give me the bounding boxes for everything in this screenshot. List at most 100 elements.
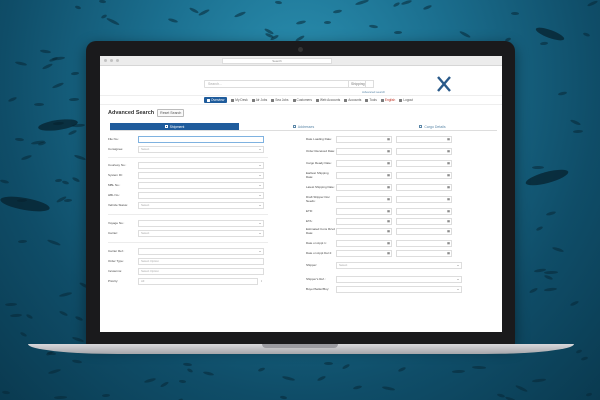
order-type-field[interactable]: Select Option <box>138 258 264 265</box>
mbl-no-field[interactable] <box>138 182 264 189</box>
reset-search-button[interactable]: Reset Search <box>157 109 185 117</box>
date-from-input[interactable]: ▦ <box>336 196 392 204</box>
date-from-input[interactable]: ▦ <box>336 136 392 143</box>
advanced-search-link[interactable]: Advanced search <box>362 90 385 94</box>
tab-shipment[interactable]: Shipment <box>110 123 239 130</box>
date-row: Latest Shipping Date: ▦ ▦ <box>306 184 452 191</box>
calendar-icon[interactable]: ▦ <box>386 219 391 224</box>
fish-shape <box>42 62 54 70</box>
date-to-input[interactable]: ▦ <box>396 208 452 215</box>
calendar-icon[interactable]: ▦ <box>386 185 391 190</box>
address-bar[interactable]: Search <box>222 57 332 64</box>
date-to-input[interactable]: ▦ <box>396 184 452 191</box>
field-label: Date on Appt 1: <box>306 240 327 245</box>
nav-item-overview[interactable]: Overview <box>204 97 228 103</box>
nav-item-accounts[interactable]: Accounts <box>344 98 361 102</box>
calendar-icon[interactable]: ▦ <box>446 137 451 142</box>
fish-shape <box>382 385 396 392</box>
calendar-icon[interactable]: ▦ <box>446 229 451 234</box>
calendar-icon[interactable]: ▦ <box>386 251 391 256</box>
calendar-icon[interactable]: ▦ <box>446 185 451 190</box>
nav-item-english[interactable]: English <box>380 98 395 102</box>
calendar-icon[interactable]: ▦ <box>386 241 391 246</box>
fish-shape <box>452 369 466 374</box>
date-to-input[interactable]: ▦ <box>396 136 452 143</box>
nav-item-customers[interactable]: Customers <box>292 98 312 102</box>
app-header: Search... Shipping Advanced search <box>100 66 502 96</box>
nav-item-tools[interactable]: Tools <box>365 98 377 102</box>
calendar-icon[interactable]: ▦ <box>386 209 391 214</box>
date-from-input[interactable]: ▦ <box>336 184 392 191</box>
search-scope-select[interactable]: Shipping <box>348 80 374 88</box>
nav-item-my-desk[interactable]: My Desk <box>231 98 248 102</box>
calendar-icon[interactable]: ▦ <box>386 137 391 142</box>
tab-cargo-details[interactable]: Cargo Details <box>368 123 497 130</box>
date-to-input[interactable]: ▦ <box>396 196 452 204</box>
calendar-icon[interactable]: ▦ <box>386 161 391 166</box>
courtesy-no-field[interactable] <box>138 162 264 169</box>
fish-shape <box>14 137 24 141</box>
nav-item-web-accounts[interactable]: Web Accounts <box>315 98 340 102</box>
nav-item-air-jobs[interactable]: Air Jobs <box>251 98 267 102</box>
fish-shape <box>341 363 351 371</box>
global-search-input[interactable]: Search... <box>204 80 366 88</box>
date-row: Shipper's Ref.: <box>306 276 462 283</box>
date-from-input[interactable]: ▦ <box>336 240 392 247</box>
calendar-icon[interactable]: ▦ <box>386 149 391 154</box>
date-to-input[interactable]: ▦ <box>396 172 452 180</box>
calendar-icon[interactable]: ▦ <box>386 229 391 234</box>
calendar-icon[interactable]: ▦ <box>446 149 451 154</box>
tab-label: Shipment <box>169 124 185 129</box>
date-from-input[interactable]: ▦ <box>336 228 392 236</box>
minimize-window-icon[interactable] <box>110 59 113 62</box>
fish-shape <box>472 365 487 370</box>
nav-item-logout[interactable]: Logout <box>399 98 413 102</box>
date-to-input[interactable]: ▦ <box>396 148 452 155</box>
camera-dot <box>298 47 303 52</box>
consignee-field[interactable]: Select <box>138 146 264 153</box>
calendar-icon[interactable]: ▦ <box>446 209 451 214</box>
section-divider <box>108 157 268 158</box>
shipper-select[interactable]: Select <box>336 262 462 269</box>
carrier-field[interactable]: Select <box>138 230 264 237</box>
priority-field[interactable]: All <box>138 278 258 285</box>
calendar-icon[interactable]: ▦ <box>446 219 451 224</box>
calendar-icon[interactable]: ▦ <box>446 251 451 256</box>
vehicle-status-field[interactable]: Select <box>138 202 264 209</box>
date-from-input[interactable]: ▦ <box>336 250 392 257</box>
incoterms-field[interactable]: Select Option <box>138 268 264 275</box>
date-to-input[interactable]: ▦ <box>396 160 452 167</box>
fish-shape <box>74 5 82 10</box>
fish-shape <box>39 49 52 54</box>
calendar-icon[interactable]: ▦ <box>446 197 451 202</box>
date-from-input[interactable]: ▦ <box>336 160 392 167</box>
system-id-field[interactable] <box>138 172 264 179</box>
buyer-seller-buy-select[interactable] <box>336 286 462 293</box>
hbl-no-field[interactable] <box>138 192 264 199</box>
date-to-input[interactable]: ▦ <box>396 240 452 247</box>
date-from-input[interactable]: ▦ <box>336 218 392 225</box>
file-no-field[interactable] <box>138 136 264 143</box>
carrier-ref-field[interactable] <box>138 248 264 255</box>
field-label: Courtesy No.: <box>108 162 127 167</box>
shipper-s-ref-select[interactable] <box>336 276 462 283</box>
date-from-input[interactable]: ▦ <box>336 172 392 180</box>
tab-addresses[interactable]: Addresses <box>239 123 368 130</box>
nav-item-sea-jobs[interactable]: Sea Jobs <box>271 98 289 102</box>
background-fish <box>524 166 570 189</box>
date-to-input[interactable]: ▦ <box>396 250 452 257</box>
stepper-arrows-icon[interactable]: ↕ <box>259 279 264 284</box>
date-to-input[interactable]: ▦ <box>396 218 452 225</box>
calendar-icon[interactable]: ▦ <box>386 197 391 202</box>
close-window-icon[interactable] <box>104 59 107 62</box>
calendar-icon[interactable]: ▦ <box>386 173 391 178</box>
maximize-window-icon[interactable] <box>116 59 119 62</box>
calendar-icon[interactable]: ▦ <box>446 241 451 246</box>
date-from-input[interactable]: ▦ <box>336 148 392 155</box>
date-from-input[interactable]: ▦ <box>336 208 392 215</box>
calendar-icon[interactable]: ▦ <box>446 161 451 166</box>
voyage-no-field[interactable] <box>138 220 264 227</box>
calendar-icon[interactable]: ▦ <box>446 173 451 178</box>
date-to-input[interactable]: ▦ <box>396 228 452 236</box>
fish-shape <box>19 331 28 338</box>
